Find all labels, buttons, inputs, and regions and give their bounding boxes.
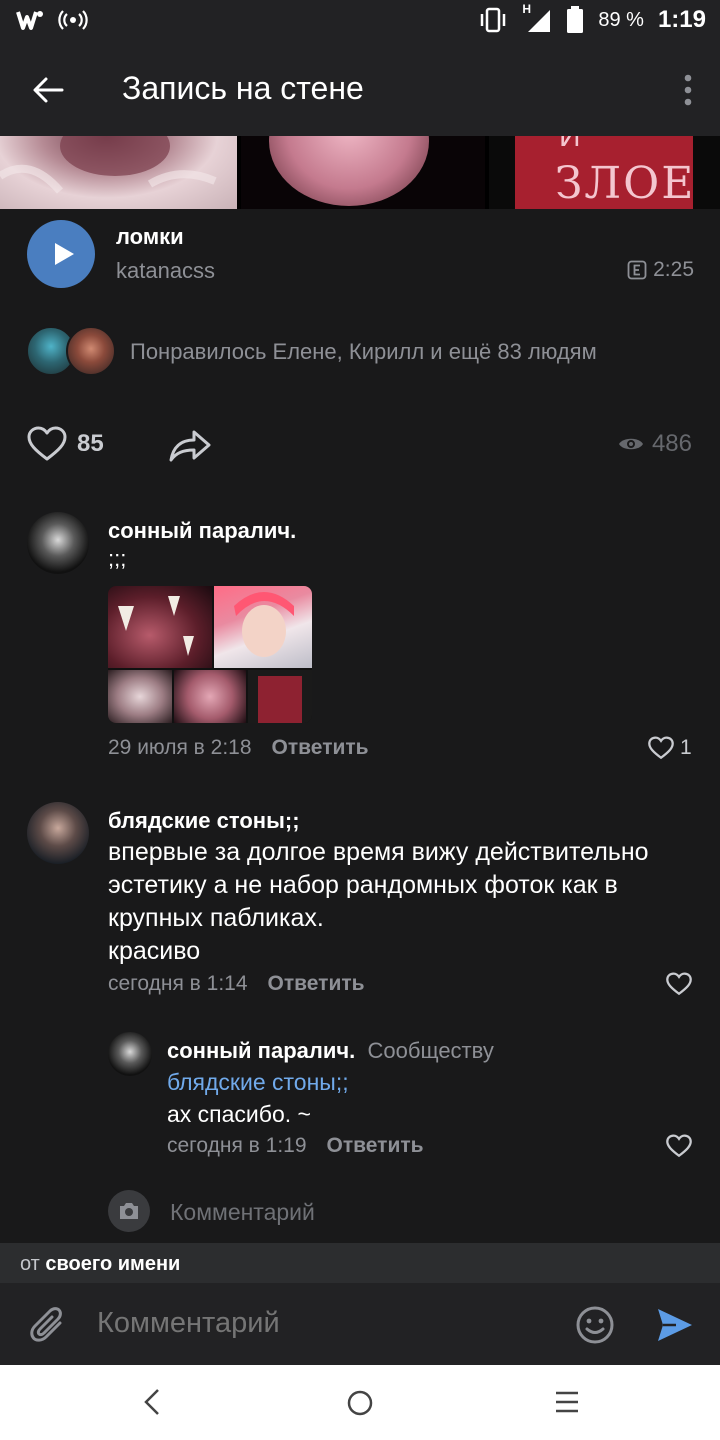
photo-sign: И ЗЛОЕ	[515, 136, 693, 209]
reply-button[interactable]: Ответить	[268, 972, 365, 996]
post-photo-2[interactable]	[241, 136, 485, 209]
heart-icon	[648, 736, 674, 760]
comment-meta: 29 июля в 2:18 Ответить	[108, 736, 369, 760]
reply-button[interactable]: Ответить	[272, 736, 369, 760]
collage-photo	[108, 670, 172, 723]
collage-photo	[214, 586, 312, 668]
comment-mention[interactable]: блядские стоны;;	[167, 1066, 349, 1099]
post-photo-3[interactable]: И ЗЛОЕ	[489, 136, 720, 209]
battery-icon	[567, 6, 584, 33]
signal-icon: H	[522, 2, 552, 34]
comment-hint[interactable]: Комментарий	[170, 1199, 315, 1226]
nav-home-button[interactable]	[346, 1389, 374, 1422]
explicit-icon	[627, 260, 647, 280]
post-as-name: своего имени	[45, 1253, 181, 1275]
comment-like-count: 1	[680, 736, 692, 759]
collage-photo	[108, 586, 212, 668]
share-button[interactable]	[168, 428, 212, 469]
comment-author: сонный паралич. Сообществу	[167, 1038, 494, 1063]
like-button[interactable]: 85	[27, 426, 104, 462]
comment-meta: сегодня в 1:19 Ответить	[167, 1134, 424, 1158]
photo-sign-text: ЗЛОЕ	[555, 158, 696, 209]
smile-icon	[576, 1306, 614, 1344]
heart-icon	[666, 1134, 692, 1158]
paperclip-icon	[30, 1307, 62, 1342]
w-app-icon	[16, 11, 43, 30]
collage-photo	[248, 670, 312, 723]
audio-title: ломки	[116, 224, 184, 249]
comment-text: впервые за долгое время вижу действитель…	[108, 838, 649, 965]
avatar	[66, 326, 116, 376]
avatar[interactable]	[27, 802, 89, 864]
attach-button[interactable]	[30, 1305, 68, 1350]
comment-like-button[interactable]	[666, 972, 692, 996]
camera-button[interactable]	[108, 1190, 150, 1232]
comment-date: сегодня в 1:19	[167, 1134, 307, 1157]
status-bar: H 89 % 1:19	[0, 0, 720, 44]
play-icon	[55, 243, 74, 265]
nav-recents-button[interactable]	[554, 1389, 580, 1420]
avatar[interactable]	[108, 1032, 152, 1076]
comment-like-button[interactable]	[666, 1134, 692, 1158]
chevron-left-icon	[144, 1389, 159, 1415]
collage-photo	[174, 670, 246, 723]
send-button[interactable]	[656, 1307, 694, 1348]
comment-photo-collage[interactable]	[108, 586, 312, 723]
comment-input[interactable]	[97, 1307, 537, 1340]
post-photo-strip: И ЗЛОЕ	[0, 136, 720, 209]
audio-duration: 2:25	[627, 258, 694, 282]
system-nav-bar	[0, 1365, 720, 1440]
clock: 1:19	[657, 6, 706, 33]
liked-by-row[interactable]: Понравилось Елене, Кирилл и ещё 83 людям	[0, 322, 720, 380]
post-as-selector[interactable]: от своего имени	[0, 1243, 720, 1283]
hotspot-icon	[58, 10, 88, 30]
heart-icon	[27, 426, 67, 461]
views-count: 486	[618, 430, 692, 458]
comment-author[interactable]: блядские стоны;;	[108, 808, 300, 834]
comment-text: ах спасибо. ~	[167, 1101, 311, 1127]
comment-meta: сегодня в 1:14 Ответить	[108, 972, 365, 996]
comment-text: ;;;	[108, 546, 127, 571]
play-button[interactable]	[27, 220, 95, 288]
comment-author[interactable]: сонный паралич.	[108, 518, 296, 544]
audio-artist[interactable]: katanacss	[116, 258, 215, 284]
top-app-bar: Запись на стене	[0, 44, 720, 136]
comment-like-button[interactable]: 1	[648, 736, 692, 760]
post-actions: 85 486	[0, 418, 720, 474]
nav-back-button[interactable]	[140, 1387, 164, 1422]
liked-by-text: Понравилось Елене, Кирилл и ещё 83 людям	[130, 339, 597, 364]
share-icon	[169, 430, 211, 462]
more-options-button[interactable]	[678, 70, 698, 110]
comment-date: сегодня в 1:14	[108, 972, 248, 995]
comment-date: 29 июля в 2:18	[108, 736, 252, 759]
reply-target-label: Сообществу	[367, 1038, 494, 1063]
vibrate-icon	[481, 7, 506, 33]
heart-icon	[666, 972, 692, 996]
back-button[interactable]	[28, 70, 68, 110]
menu-lines-icon	[556, 1391, 578, 1413]
more-vertical-icon	[684, 74, 692, 106]
page-title: Запись на стене	[122, 70, 364, 106]
audio-attachment[interactable]: ломки katanacss 2:25	[0, 210, 720, 300]
comment-reply: сонный паралич. Сообществу блядские стон…	[0, 1030, 720, 1170]
send-icon	[658, 1309, 692, 1341]
avatar[interactable]	[27, 512, 89, 574]
eye-icon	[618, 438, 643, 450]
battery-percent: 89 %	[598, 8, 644, 31]
like-count: 85	[77, 430, 104, 457]
reply-button[interactable]: Ответить	[327, 1134, 424, 1158]
camera-icon	[120, 1203, 138, 1219]
comment-input-bar	[0, 1283, 720, 1365]
home-circle-icon	[347, 1390, 373, 1416]
post-photo-1[interactable]	[0, 136, 237, 209]
back-arrow-icon	[33, 77, 64, 103]
emoji-button[interactable]	[575, 1305, 615, 1350]
comment: блядские стоны;; впервые за долгое время…	[0, 800, 720, 1000]
